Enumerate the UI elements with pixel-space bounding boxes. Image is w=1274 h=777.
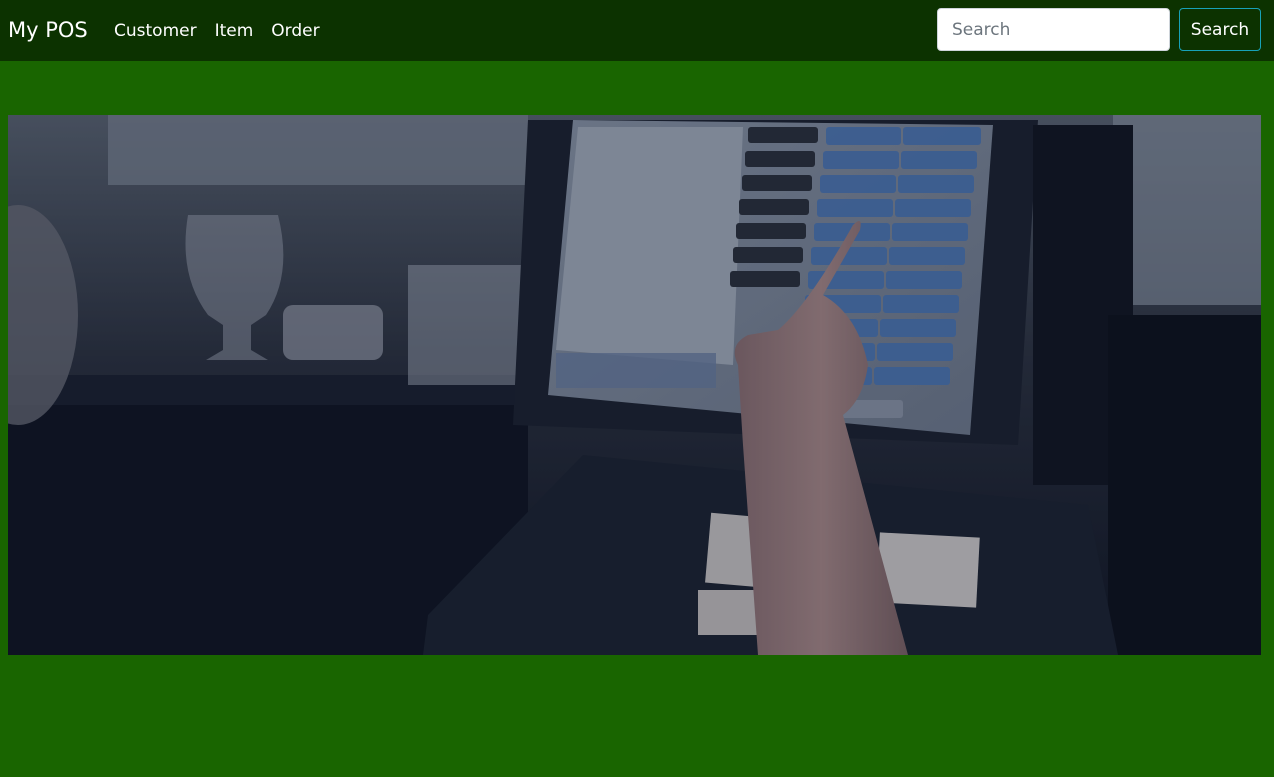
nav-menu: Customer Item Order	[105, 19, 329, 43]
hero-image	[8, 115, 1261, 655]
search-button[interactable]: Search	[1179, 8, 1261, 51]
nav-link-order[interactable]: Order	[262, 21, 328, 41]
nav-link-customer[interactable]: Customer	[105, 21, 206, 41]
brand-logo[interactable]: My POS	[8, 16, 88, 44]
top-navbar: My POS Customer Item Order Search	[0, 0, 1274, 61]
pos-terminal-photo	[8, 115, 1261, 655]
nav-link-item[interactable]: Item	[206, 21, 263, 41]
search-form: Search	[937, 8, 1261, 51]
search-input[interactable]	[937, 8, 1170, 51]
